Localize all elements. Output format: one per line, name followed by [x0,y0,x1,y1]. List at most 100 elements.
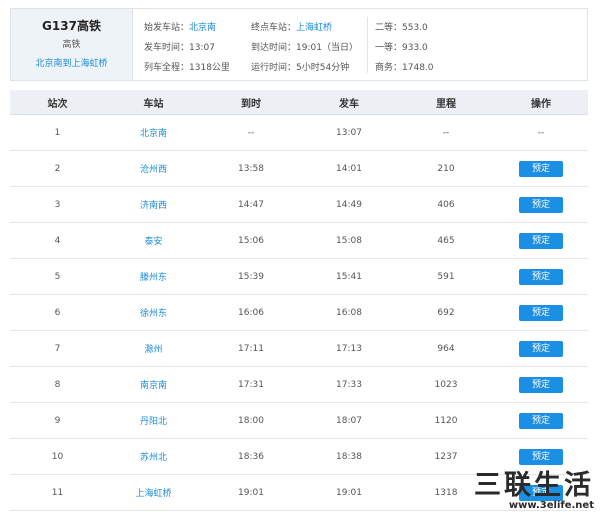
depart-time-value: 13:07 [189,43,215,53]
distance: 210 [398,150,494,187]
depart-time: 19:01 [300,474,398,511]
watermark-url: www.3elife.net [508,500,594,511]
route-link[interactable]: 北京南到上海虹桥 [11,56,132,69]
depart-time: 17:13 [300,330,398,367]
station-link[interactable]: 南京南 [105,366,202,403]
depart-time: 18:38 [300,438,398,475]
depart-time: 16:08 [300,294,398,331]
stop-no: 7 [10,330,105,367]
timetable: 站次 车站 到时 发车 里程 操作 1 北京南 -- 13:07 -- -- 2… [10,90,588,511]
stop-no: 4 [10,222,105,259]
table-row: 8 南京南 17:31 17:33 1023 预定 [10,366,588,403]
depart-time: 14:49 [300,186,398,223]
distance: 964 [398,330,494,367]
action-none: -- [494,114,588,151]
book-button[interactable]: 预定 [519,196,563,213]
stop-no: 9 [10,402,105,439]
distance: 1120 [398,402,494,439]
station-link[interactable]: 滁州 [105,330,202,367]
table-row: 3 济南西 14:47 14:49 406 预定 [10,186,588,223]
depart-time: 15:41 [300,258,398,295]
train-info-card: G137高铁 高铁 北京南到上海虹桥 始发车站：北京南 发车时间：13:07 列… [10,8,588,81]
station-link[interactable]: 沧州西 [105,150,202,187]
book-button[interactable]: 预定 [519,340,563,357]
watermark-logo-text: 三联生活 [474,470,594,501]
station-link[interactable]: 滕州东 [105,258,202,295]
header-action: 操作 [494,90,588,115]
price-label: 一等： [375,43,403,53]
depart-time: 17:33 [300,366,398,403]
book-button[interactable]: 预定 [519,412,563,429]
start-station-link[interactable]: 北京南 [189,23,216,33]
depart-time: 13:07 [300,114,398,151]
arrive-time: 18:36 [202,438,300,475]
table-row: 7 滁州 17:11 17:13 964 预定 [10,330,588,367]
stop-no: 3 [10,186,105,223]
distance: 406 [398,186,494,223]
station-link[interactable]: 上海虹桥 [105,474,202,511]
start-station-label: 始发车站： [144,23,190,33]
end-station-link[interactable]: 上海虹桥 [296,23,332,33]
table-row: 5 滕州东 15:39 15:41 591 预定 [10,258,588,295]
depart-time: 14:01 [300,150,398,187]
duration-field: 运行时间：5小时54分钟 [251,60,349,73]
price-value: 933.0 [402,43,428,53]
table-row: 9 丹阳北 18:00 18:07 1120 预定 [10,402,588,439]
end-station-label: 终点车站： [251,23,297,33]
station-link[interactable]: 苏州北 [105,438,202,475]
price-label: 二等： [375,23,403,33]
header-station: 车站 [105,90,202,115]
table-row: 2 沧州西 13:58 14:01 210 预定 [10,150,588,187]
site-watermark: 三联生活 www.3elife.net [456,472,594,512]
station-link[interactable]: 北京南 [105,114,202,151]
action-cell: 预定 [494,150,588,187]
arrive-time: -- [202,114,300,151]
book-button[interactable]: 预定 [519,376,563,393]
distance: 591 [398,258,494,295]
arrive-time: 17:31 [202,366,300,403]
price-first-class: 一等：933.0 [375,40,428,53]
price-second-class: 二等：553.0 [375,20,428,33]
arrive-time: 17:11 [202,330,300,367]
arrive-time: 13:58 [202,150,300,187]
arrive-time: 14:47 [202,186,300,223]
station-link[interactable]: 徐州东 [105,294,202,331]
book-button[interactable]: 预定 [519,160,563,177]
divider [367,17,368,73]
price-value: 553.0 [402,23,428,33]
action-cell: 预定 [494,258,588,295]
header-stop-no: 站次 [10,90,105,115]
stop-no: 11 [10,474,105,511]
book-button[interactable]: 预定 [519,268,563,285]
station-link[interactable]: 济南西 [105,186,202,223]
distance: 465 [398,222,494,259]
price-label: 商务： [375,63,403,73]
arrive-time-field: 到达时间：19:01（当日） [251,40,358,53]
header-distance: 里程 [398,90,494,115]
table-header-row: 站次 车站 到时 发车 里程 操作 [10,90,588,115]
book-button[interactable]: 预定 [519,304,563,321]
stop-no: 6 [10,294,105,331]
depart-time-field: 发车时间：13:07 [144,40,215,53]
book-button[interactable]: 预定 [519,448,563,465]
station-link[interactable]: 丹阳北 [105,402,202,439]
distance-label: 列车全程： [144,63,190,73]
stop-no: 5 [10,258,105,295]
distance-field: 列车全程：1318公里 [144,60,230,73]
header-arrive: 到时 [202,90,300,115]
stop-no: 8 [10,366,105,403]
station-link[interactable]: 泰安 [105,222,202,259]
action-cell: 预定 [494,366,588,403]
action-cell: 预定 [494,222,588,259]
book-button[interactable]: 预定 [519,232,563,249]
train-type: 高铁 [62,40,81,50]
start-station-field: 始发车站：北京南 [144,20,216,33]
train-number: G137高铁 [42,19,101,33]
depart-time: 18:07 [300,402,398,439]
arrive-time-value: 19:01（当日） [296,43,358,53]
arrive-time: 19:01 [202,474,300,511]
action-cell: 预定 [494,294,588,331]
stop-no: 10 [10,438,105,475]
arrive-time: 15:39 [202,258,300,295]
stop-no: 1 [10,114,105,151]
